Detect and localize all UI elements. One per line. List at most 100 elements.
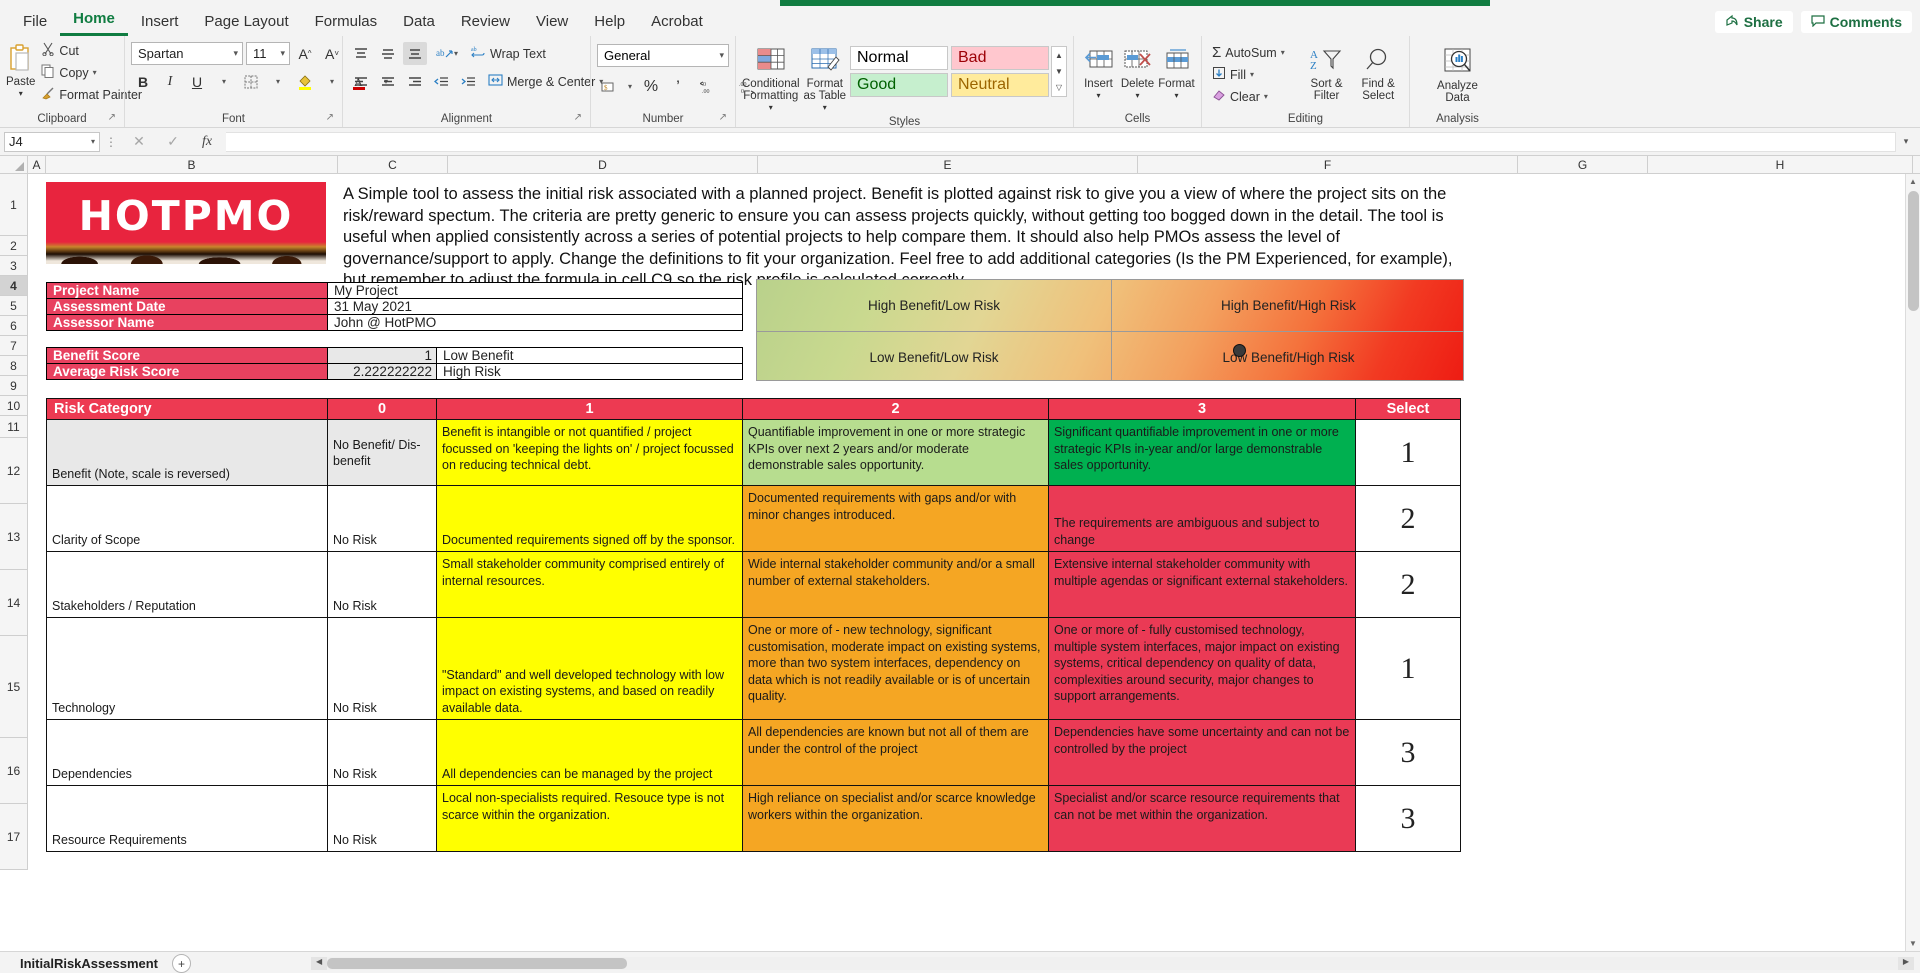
share-button[interactable]: Share bbox=[1714, 11, 1793, 33]
merge-center-button[interactable]: Merge & Center ▾ bbox=[484, 71, 607, 92]
select-all-corner[interactable] bbox=[0, 156, 28, 173]
increase-indent-button[interactable] bbox=[457, 70, 481, 93]
autosum-button[interactable]: Σ AutoSum ▾ bbox=[1208, 42, 1300, 63]
style-normal[interactable]: Normal bbox=[850, 46, 948, 70]
accounting-format-button[interactable]: $ bbox=[597, 75, 621, 98]
clipboard-dialog-launcher-icon[interactable]: ↗ bbox=[108, 110, 116, 126]
tab-home[interactable]: Home bbox=[60, 7, 128, 36]
tab-formulas[interactable]: Formulas bbox=[302, 10, 391, 36]
styles-gallery-scrollbar[interactable]: ▲ ▼ ▽ bbox=[1051, 46, 1067, 97]
vertical-scroll-thumb[interactable] bbox=[1908, 191, 1919, 311]
underline-chevron-down-icon[interactable]: ▾ bbox=[212, 70, 236, 93]
alignment-dialog-launcher-icon[interactable]: ↗ bbox=[574, 110, 582, 126]
conditional-formatting-button[interactable]: Conditional Formatting ▾ bbox=[742, 42, 800, 114]
comma-format-button[interactable]: ’ bbox=[666, 75, 690, 98]
align-center-button[interactable] bbox=[376, 70, 400, 93]
cancel-entry-icon[interactable]: ✕ bbox=[122, 132, 156, 152]
formula-input[interactable] bbox=[226, 131, 1896, 152]
name-box-chevron-down-icon[interactable]: ▾ bbox=[91, 137, 95, 146]
find-select-button[interactable]: Find & Select bbox=[1353, 42, 1403, 102]
horizontal-scrollbar[interactable]: ◀ ▶ bbox=[311, 957, 1914, 970]
confirm-entry-icon[interactable]: ✓ bbox=[156, 132, 190, 152]
fill-color-button[interactable] bbox=[293, 70, 317, 93]
style-bad[interactable]: Bad bbox=[951, 46, 1049, 70]
underline-button[interactable]: U bbox=[185, 70, 209, 93]
borders-chevron-down-icon[interactable]: ▾ bbox=[266, 70, 290, 93]
decrease-indent-button[interactable] bbox=[430, 70, 454, 93]
fill-button[interactable]: Fill ▾ bbox=[1208, 64, 1300, 85]
delete-cells-button[interactable]: Delete ▾ bbox=[1119, 42, 1156, 102]
value-assessor-name[interactable]: John @ HotPMO bbox=[327, 314, 743, 331]
row-header-6[interactable]: 6 bbox=[0, 316, 27, 336]
font-dialog-launcher-icon[interactable]: ↗ bbox=[326, 110, 334, 126]
autosum-chevron-down-icon[interactable]: ▾ bbox=[1281, 48, 1285, 57]
tab-review[interactable]: Review bbox=[448, 10, 523, 36]
clear-chevron-down-icon[interactable]: ▾ bbox=[1264, 92, 1268, 101]
wrap-text-button[interactable]: ab Wrap Text bbox=[467, 43, 550, 64]
increase-font-size-button[interactable]: A ^ bbox=[293, 42, 317, 65]
tab-insert[interactable]: Insert bbox=[128, 10, 192, 36]
row-header-12[interactable]: 12 bbox=[0, 438, 27, 504]
name-box[interactable]: J4 ▾ bbox=[4, 131, 100, 152]
paste-button[interactable]: Paste ▾ bbox=[6, 40, 35, 100]
paste-chevron-down-icon[interactable]: ▾ bbox=[19, 88, 23, 100]
tab-view[interactable]: View bbox=[523, 10, 581, 36]
align-middle-button[interactable] bbox=[376, 42, 400, 65]
align-left-button[interactable] bbox=[349, 70, 373, 93]
number-format-chevron-down-icon[interactable]: ▾ bbox=[719, 50, 724, 61]
copy-chevron-down-icon[interactable]: ▾ bbox=[93, 68, 97, 77]
styles-scroll-up-icon[interactable]: ▲ bbox=[1052, 47, 1066, 63]
risk-row-select[interactable]: 2 bbox=[1355, 551, 1461, 618]
align-top-button[interactable] bbox=[349, 42, 373, 65]
tab-page-layout[interactable]: Page Layout bbox=[191, 10, 301, 36]
orientation-button[interactable]: ab ▾ bbox=[430, 42, 464, 65]
styles-gallery-expand-icon[interactable]: ▽ bbox=[1052, 80, 1066, 96]
column-header-E[interactable]: E bbox=[758, 156, 1138, 173]
risk-row-select[interactable]: 1 bbox=[1355, 419, 1461, 486]
column-header-G[interactable]: G bbox=[1518, 156, 1648, 173]
risk-row-select[interactable]: 3 bbox=[1355, 719, 1461, 786]
hscroll-right-icon[interactable]: ▶ bbox=[1898, 957, 1914, 970]
percent-format-button[interactable]: % bbox=[639, 75, 663, 98]
analyze-data-button[interactable]: Analyze Data bbox=[1429, 44, 1487, 104]
sort-filter-button[interactable]: A Z Sort & Filter bbox=[1302, 42, 1352, 102]
formula-bar-expand-icon[interactable]: ▾ bbox=[1896, 136, 1916, 147]
row-header-7[interactable]: 7 bbox=[0, 336, 27, 356]
scroll-up-icon[interactable]: ▲ bbox=[1906, 174, 1920, 189]
styles-scroll-down-icon[interactable]: ▼ bbox=[1052, 63, 1066, 79]
row-header-11[interactable]: 11 bbox=[0, 416, 27, 438]
format-as-table-button[interactable]: Format as Table ▾ bbox=[802, 42, 848, 114]
format-chevron-down-icon[interactable]: ▾ bbox=[1174, 90, 1178, 102]
vertical-scrollbar[interactable]: ▲ ▼ bbox=[1905, 174, 1920, 951]
increase-decimal-button[interactable]: 0.00 bbox=[693, 75, 727, 98]
column-header-H[interactable]: H bbox=[1648, 156, 1913, 173]
add-sheet-button[interactable]: + bbox=[172, 954, 192, 973]
align-bottom-button[interactable] bbox=[403, 42, 427, 65]
row-header-15[interactable]: 15 bbox=[0, 636, 27, 738]
risk-row-select[interactable]: 3 bbox=[1355, 785, 1461, 852]
fill-color-chevron-down-icon[interactable]: ▾ bbox=[320, 70, 344, 93]
row-header-2[interactable]: 2 bbox=[0, 236, 27, 256]
font-size-chevron-down-icon[interactable]: ▾ bbox=[274, 48, 285, 59]
column-header-A[interactable]: A bbox=[28, 156, 46, 173]
scroll-down-icon[interactable]: ▼ bbox=[1906, 936, 1920, 951]
value-project-name[interactable]: My Project bbox=[327, 282, 743, 299]
number-format-combo[interactable]: General ▾ bbox=[597, 44, 729, 67]
conditional-formatting-chevron-down-icon[interactable]: ▾ bbox=[769, 102, 773, 114]
row-header-1[interactable]: 1 bbox=[0, 174, 27, 236]
row-header-16[interactable]: 16 bbox=[0, 738, 27, 804]
row-header-3[interactable]: 3 bbox=[0, 256, 27, 276]
style-neutral[interactable]: Neutral bbox=[951, 73, 1049, 97]
accounting-chevron-down-icon[interactable]: ▾ bbox=[624, 75, 636, 98]
hscroll-track[interactable] bbox=[327, 957, 1898, 970]
decrease-font-size-button[interactable]: A ˅ bbox=[320, 42, 344, 65]
insert-chevron-down-icon[interactable]: ▾ bbox=[1096, 90, 1100, 102]
row-header-14[interactable]: 14 bbox=[0, 570, 27, 636]
row-header-9[interactable]: 9 bbox=[0, 376, 27, 396]
insert-function-icon[interactable]: fx bbox=[190, 132, 224, 152]
tab-file[interactable]: File bbox=[10, 10, 60, 36]
font-name-chevron-down-icon[interactable]: ▾ bbox=[227, 48, 238, 59]
row-header-10[interactable]: 10 bbox=[0, 396, 27, 416]
borders-button[interactable] bbox=[239, 70, 263, 93]
font-size-combo[interactable]: 11 ▾ bbox=[246, 42, 290, 65]
